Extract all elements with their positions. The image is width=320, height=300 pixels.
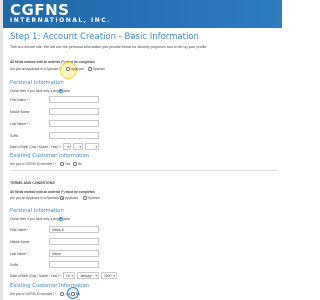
suffix-field[interactable] — [49, 132, 99, 139]
last-name-label: Last Name * — [10, 122, 29, 126]
middle-name-field[interactable] — [49, 108, 99, 115]
applicant-question: Are you an Applicant or a Sponsor? * — [10, 67, 63, 71]
first-name-label: First Name * — [10, 98, 29, 102]
member-yes-label: Yes — [65, 162, 71, 166]
existing-customer-heading: Existing Customer Information — [10, 153, 90, 159]
cgfns-logo-subtitle: INTERNATIONAL, INC. — [10, 17, 111, 24]
site-header: CGFNS INTERNATIONAL, INC. — [3, 0, 282, 28]
middle-name-field-2[interactable] — [49, 238, 99, 245]
screenshot-frame: CGFNS INTERNATIONAL, INC. Step 1: Accoun… — [0, 0, 282, 300]
dob-label: Date of Birth (Day / Month / Year) * — [10, 145, 61, 149]
applicant-radio-2[interactable] — [60, 196, 64, 200]
cgfns-member-question: Are you a CGFNS ID member? * — [10, 162, 57, 166]
cgfns-logo[interactable]: CGFNS — [10, 2, 69, 18]
dob-day-select-2[interactable]: 15 — [63, 272, 75, 279]
sponsor-radio-2[interactable] — [83, 196, 87, 200]
first-name-field-2[interactable]: Demo A — [49, 226, 99, 233]
member-no-label-2: No — [76, 292, 81, 296]
suffix-field-2[interactable] — [49, 261, 99, 268]
help-icon[interactable]: ? — [59, 89, 63, 93]
suffix-label: Suffix — [10, 134, 19, 138]
personal-info-heading-2: Personal Information — [10, 208, 64, 214]
last-name-field-2[interactable]: Demo — [49, 250, 99, 257]
sponsor-radio[interactable] — [88, 67, 92, 71]
help-icon-2[interactable]: ? — [59, 217, 63, 221]
dob-label-2: Date of Birth (Day / Month / Year) * — [10, 274, 61, 278]
dob-month-select-2[interactable]: January — [77, 272, 99, 279]
middle-name-label-2: Middle Name — [10, 240, 30, 244]
last-name-field[interactable] — [49, 120, 99, 127]
first-name-field[interactable] — [49, 96, 99, 103]
member-no-label: No — [78, 162, 83, 166]
member-yes-radio-2[interactable] — [60, 292, 64, 296]
dob-year-select-2[interactable]: 2000 — [101, 272, 117, 279]
dob-year-select[interactable] — [85, 143, 99, 150]
applicant-question-2: Are you an Applicant or a Sponsor? * — [10, 196, 63, 200]
applicant-radio[interactable] — [66, 67, 70, 71]
dob-month-select[interactable] — [73, 143, 83, 150]
intro-text: This is a secure site. We will use the p… — [10, 45, 208, 49]
suffix-label-2: Suffix — [10, 263, 19, 267]
page-title: Step 1: Account Creation - Basic Informa… — [10, 32, 199, 42]
personal-info-heading: Personal Information — [10, 80, 64, 86]
required-note-2: All fields marked with an asterisk (*) m… — [10, 190, 96, 194]
sponsor-radio-label-2: Sponsor — [88, 196, 100, 200]
member-no-radio-2[interactable] — [71, 292, 75, 296]
applicant-radio-label: Applicant — [71, 67, 85, 71]
required-note: All fields marked with an asterisk (*) m… — [10, 60, 96, 64]
last-name-label-2: Last Name * — [10, 252, 29, 256]
dob-day-select[interactable] — [63, 143, 71, 150]
section-divider — [10, 170, 278, 171]
member-no-radio[interactable] — [73, 162, 77, 166]
terms-heading: TERMS AND CONDITIONS — [10, 181, 55, 185]
first-name-label-2: First Name * — [10, 228, 29, 232]
middle-name-label: Middle Name — [10, 110, 30, 114]
member-yes-radio[interactable] — [60, 162, 64, 166]
cgfns-member-question-2: Are you a CGFNS ID member? * — [10, 292, 57, 296]
applicant-radio-label-2: Applicant — [65, 196, 79, 200]
sponsor-radio-label: Sponsor — [93, 67, 105, 71]
